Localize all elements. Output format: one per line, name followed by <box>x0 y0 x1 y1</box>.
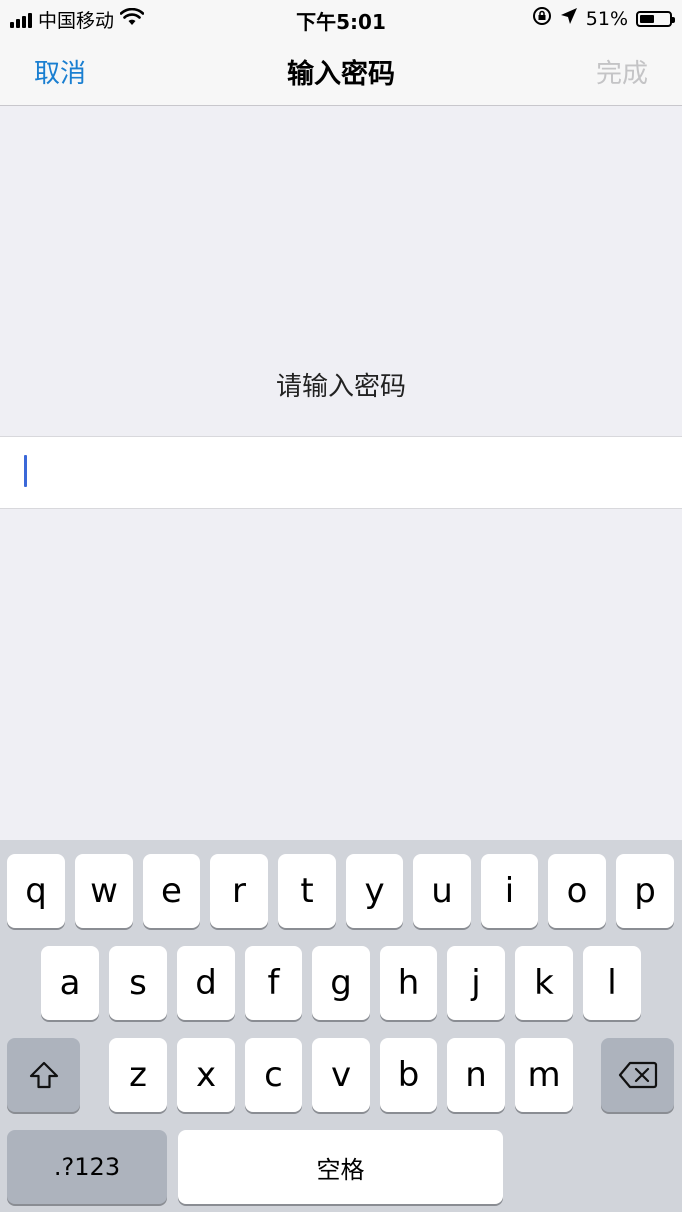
shift-icon <box>29 1061 58 1089</box>
key-h[interactable]: h <box>380 946 437 1020</box>
key-r[interactable]: r <box>210 854 268 928</box>
key-l[interactable]: l <box>583 946 641 1020</box>
done-button[interactable]: 完成 <box>596 53 648 90</box>
key-t[interactable]: t <box>278 854 336 928</box>
status-right: 51% <box>532 6 675 31</box>
keyboard: q w e r t y u i o p a s d f g h j k l z … <box>0 840 682 1212</box>
key-v[interactable]: v <box>312 1038 370 1112</box>
location-arrow-icon <box>560 7 578 30</box>
numbers-mode-key[interactable]: .?123 <box>7 1130 167 1204</box>
shift-key[interactable] <box>7 1038 80 1112</box>
navigation-bar: 取消 输入密码 完成 <box>0 36 682 106</box>
key-e[interactable]: e <box>143 854 200 928</box>
key-c[interactable]: c <box>245 1038 302 1112</box>
page-title: 输入密码 <box>287 59 395 90</box>
key-m[interactable]: m <box>515 1038 573 1112</box>
key-b[interactable]: b <box>380 1038 437 1112</box>
key-f[interactable]: f <box>245 946 302 1020</box>
battery-fill <box>640 14 654 23</box>
key-d[interactable]: d <box>177 946 235 1020</box>
text-caret <box>24 455 27 487</box>
battery-percent: 51% <box>585 7 628 30</box>
key-i[interactable]: i <box>481 854 538 928</box>
orientation-lock-icon <box>532 6 552 31</box>
key-w[interactable]: w <box>75 854 133 928</box>
key-o[interactable]: o <box>548 854 606 928</box>
key-x[interactable]: x <box>177 1038 235 1112</box>
backspace-key[interactable] <box>601 1038 674 1112</box>
password-field[interactable] <box>0 436 682 509</box>
status-bar: 中国移动 下午5:01 51% <box>0 0 682 36</box>
key-j[interactable]: j <box>447 946 505 1020</box>
key-n[interactable]: n <box>447 1038 505 1112</box>
backspace-icon <box>618 1061 657 1089</box>
battery-icon <box>636 10 675 27</box>
space-key[interactable]: 空格 <box>178 1130 503 1204</box>
key-z[interactable]: z <box>109 1038 167 1112</box>
key-k[interactable]: k <box>515 946 573 1020</box>
key-y[interactable]: y <box>346 854 403 928</box>
key-g[interactable]: g <box>312 946 370 1020</box>
key-u[interactable]: u <box>413 854 471 928</box>
key-s[interactable]: s <box>109 946 167 1020</box>
password-prompt: 请输入密码 <box>275 372 406 402</box>
key-a[interactable]: a <box>41 946 99 1020</box>
key-q[interactable]: q <box>7 854 65 928</box>
key-p[interactable]: p <box>616 854 674 928</box>
